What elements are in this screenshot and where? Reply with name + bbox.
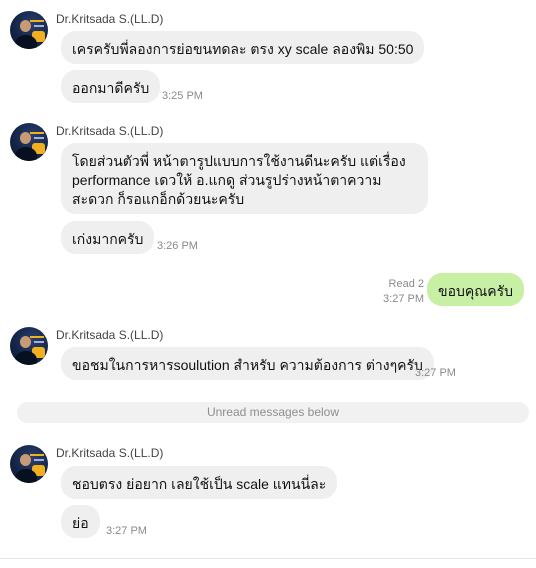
sender-avatar[interactable] xyxy=(10,11,48,49)
message-time: 3:27 PM xyxy=(383,293,424,305)
message-bubble[interactable]: เครครับพี่ลองการย่อขนทดละ ตรง xy scale ล… xyxy=(61,31,425,64)
sender-name: Dr.Kritsada S.(LL.D) xyxy=(56,12,164,26)
message-time: 3:25 PM xyxy=(162,90,203,102)
read-status: Read 2 xyxy=(388,278,424,290)
unread-divider: Unread messages below xyxy=(17,402,529,423)
message-bubble[interactable]: ชอบตรง ย่อยาก เลยใช้เป็น scale แทนนี่ละ xyxy=(61,466,338,499)
sender-avatar[interactable] xyxy=(10,445,48,483)
sender-name: Dr.Kritsada S.(LL.D) xyxy=(56,446,164,460)
message-time: 3:27 PM xyxy=(415,367,456,379)
chat-thread: Dr.Kritsada S.(LL.D) เครครับพี่ลองการย่อ… xyxy=(0,0,536,568)
own-message-bubble[interactable]: ขอบคุณครับ xyxy=(427,273,524,306)
message-time: 3:26 PM xyxy=(157,240,198,252)
divider-line xyxy=(0,558,536,559)
message-bubble[interactable]: ขอชมในการหารsoulution สำหรับ ความต้องการ… xyxy=(61,347,434,380)
sender-name: Dr.Kritsada S.(LL.D) xyxy=(56,124,164,138)
sender-avatar[interactable] xyxy=(10,123,48,161)
message-time: 3:27 PM xyxy=(106,525,147,537)
message-bubble[interactable]: เก่งมากครับ xyxy=(61,221,155,254)
sender-name: Dr.Kritsada S.(LL.D) xyxy=(56,328,164,342)
sender-avatar[interactable] xyxy=(10,327,48,365)
message-bubble[interactable]: ย่อ xyxy=(61,505,100,538)
message-bubble[interactable]: โดยส่วนตัวพี่ หน้าตารูปแบบการใช้งานดีนะค… xyxy=(61,143,428,214)
message-bubble[interactable]: ออกมาดีครับ xyxy=(61,70,161,103)
